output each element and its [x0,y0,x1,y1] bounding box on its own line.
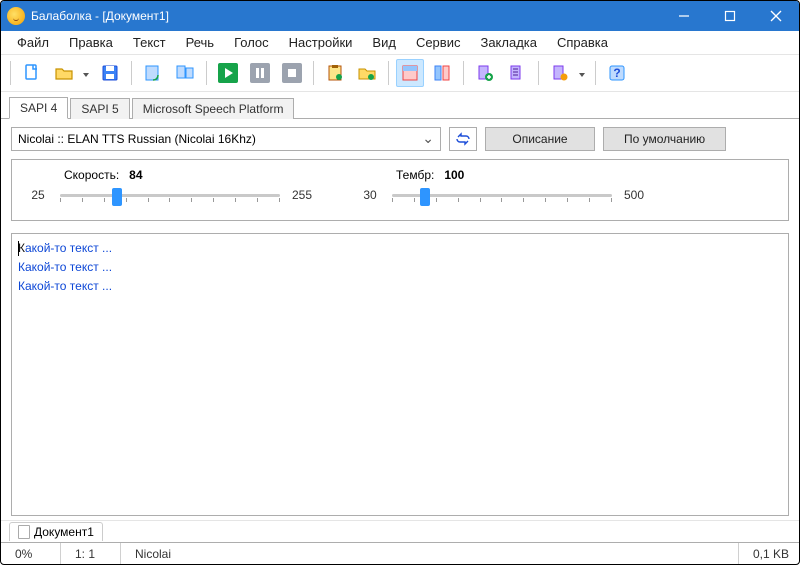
maximize-button[interactable] [707,1,753,31]
window-title: Балаболка - [Документ1] [31,9,169,23]
save-audio-button[interactable] [139,59,167,87]
dictionary-dropdown[interactable] [578,66,588,80]
dictionary-button[interactable] [546,59,574,87]
toolbar: ? [1,55,799,92]
separator [131,61,132,85]
speed-value: 84 [129,168,142,182]
app-icon [7,7,25,25]
menu-view[interactable]: Вид [362,33,406,52]
status-voice: Nicolai [121,543,739,564]
save-audio-split-button[interactable] [171,59,199,87]
menu-service[interactable]: Сервис [406,33,471,52]
view-mode-a-button[interactable] [396,59,424,87]
menu-settings[interactable]: Настройки [279,33,363,52]
pitch-label: Тембр: [396,168,434,182]
tab-sapi5[interactable]: SAPI 5 [70,98,129,119]
menu-speech[interactable]: Речь [176,33,224,52]
separator [388,61,389,85]
document-tabs: Документ1 [1,520,799,542]
pitch-slider[interactable] [392,184,612,206]
separator [538,61,539,85]
editor-line: Какой-то текст ... [18,238,782,257]
new-file-button[interactable] [18,59,46,87]
speed-slider-group: Скорость: 84 25 255 [24,168,316,206]
voice-select[interactable]: Nicolai :: ELAN TTS Russian (Nicolai 16K… [11,127,441,151]
speed-max: 255 [288,188,316,202]
play-button[interactable] [214,59,242,87]
read-clipboard-button[interactable] [321,59,349,87]
separator [206,61,207,85]
voice-row: Nicolai :: ELAN TTS Russian (Nicolai 16K… [11,127,789,151]
menu-file[interactable]: Файл [7,33,59,52]
tab-ms-speech[interactable]: Microsoft Speech Platform [132,98,295,119]
window-controls [661,1,799,31]
sliders-box: Скорость: 84 25 255 Тембр: 100 [11,159,789,221]
speed-label: Скорость: [64,168,119,182]
separator [10,61,11,85]
open-recent-dropdown[interactable] [82,66,92,80]
menu-voice[interactable]: Голос [224,33,279,52]
menu-edit[interactable]: Правка [59,33,123,52]
document-tab-label: Документ1 [34,525,94,539]
voice-panel: Nicolai :: ELAN TTS Russian (Nicolai 16K… [1,119,799,225]
swap-voice-button[interactable] [449,127,477,151]
voice-selected-label: Nicolai :: ELAN TTS Russian (Nicolai 16K… [18,132,256,146]
bookmark-list-button[interactable] [503,59,531,87]
tab-sapi4[interactable]: SAPI 4 [9,97,68,119]
engine-tabs: SAPI 4 SAPI 5 Microsoft Speech Platform [1,92,799,119]
menubar: Файл Правка Текст Речь Голос Настройки В… [1,31,799,55]
help-button[interactable]: ? [603,59,631,87]
separator [463,61,464,85]
pitch-max: 500 [620,188,648,202]
titlebar: Балаболка - [Документ1] [1,1,799,31]
menu-bookmark[interactable]: Закладка [470,33,547,52]
speed-min: 25 [24,188,52,202]
text-editor[interactable]: Какой-то текст ... Какой-то текст ... Ка… [11,233,789,516]
pitch-slider-group: Тембр: 100 30 500 [356,168,648,206]
open-file-button[interactable] [50,59,78,87]
close-button[interactable] [753,1,799,31]
separator [595,61,596,85]
document-tab[interactable]: Документ1 [9,522,103,541]
status-position: 1: 1 [61,543,121,564]
minimize-button[interactable] [661,1,707,31]
describe-button[interactable]: Описание [485,127,595,151]
status-size: 0,1 KB [739,543,799,564]
menu-help[interactable]: Справка [547,33,618,52]
save-button[interactable] [96,59,124,87]
view-mode-b-button[interactable] [428,59,456,87]
statusbar: 0% 1: 1 Nicolai 0,1 KB [1,542,799,564]
open-clipboard-button[interactable] [353,59,381,87]
svg-text:?: ? [613,66,620,80]
speed-slider[interactable] [60,184,280,206]
bookmark-add-button[interactable] [471,59,499,87]
pause-button[interactable] [246,59,274,87]
stop-button[interactable] [278,59,306,87]
editor-line: Какой-то текст ... [18,276,782,295]
menu-text[interactable]: Текст [123,33,176,52]
separator [313,61,314,85]
app-window: Балаболка - [Документ1] Файл Правка Текс… [0,0,800,565]
pitch-min: 30 [356,188,384,202]
pitch-value: 100 [444,168,464,182]
default-button[interactable]: По умолчанию [603,127,726,151]
document-icon [18,525,30,539]
editor-line: Какой-то текст ... [18,257,782,276]
status-progress: 0% [1,543,61,564]
